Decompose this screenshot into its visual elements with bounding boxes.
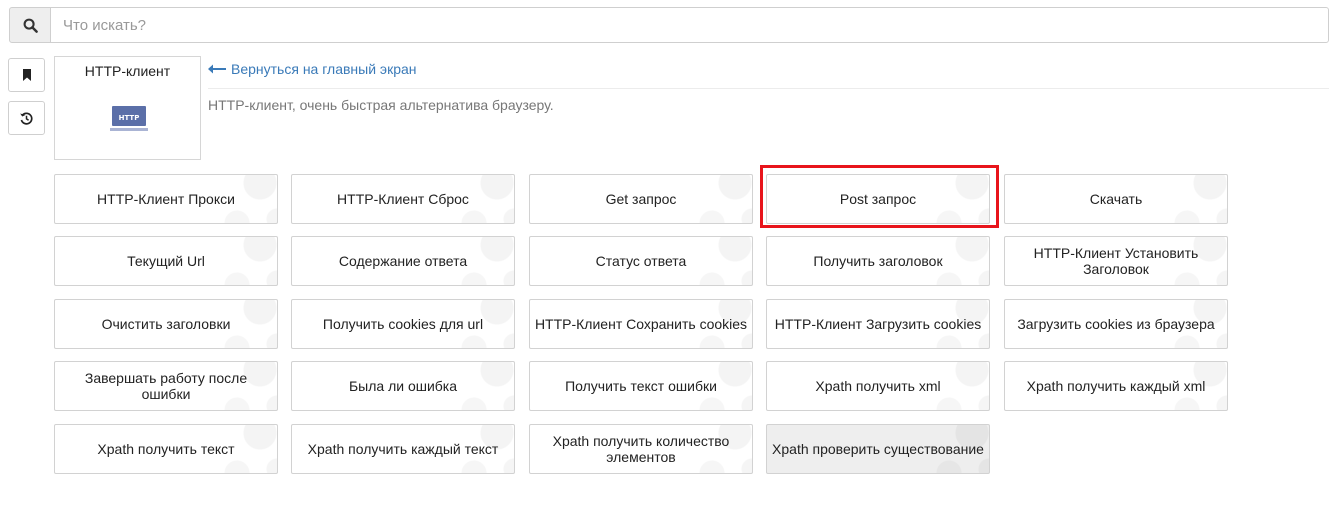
action-stop-on-error[interactable]: Завершать работу после ошибки (54, 361, 278, 411)
action-response-status[interactable]: Статус ответа (529, 236, 753, 286)
action-download[interactable]: Скачать (1004, 174, 1228, 224)
search-icon (23, 18, 38, 33)
action-post-request[interactable]: Post запрос (766, 174, 990, 224)
search-bar (9, 7, 1329, 43)
divider (208, 88, 1329, 89)
action-was-error[interactable]: Была ли ошибка (291, 361, 515, 411)
action-save-cookies[interactable]: HTTP-Клиент Сохранить cookies (529, 299, 753, 349)
action-xpath-count-elements[interactable]: Xpath получить количество элементов (529, 424, 753, 474)
action-get-request[interactable]: Get запрос (529, 174, 753, 224)
action-http-reset[interactable]: HTTP-Клиент Сброс (291, 174, 515, 224)
module-description: HTTP-клиент, очень быстрая альтернатива … (208, 97, 554, 113)
action-load-cookies[interactable]: HTTP-Клиент Загрузить cookies (766, 299, 990, 349)
action-clear-headers[interactable]: Очистить заголовки (54, 299, 278, 349)
history-icon (20, 112, 33, 125)
back-link-label: Вернуться на главный экран (231, 61, 417, 77)
action-get-cookies-for-url[interactable]: Получить cookies для url (291, 299, 515, 349)
action-xpath-get-each-xml[interactable]: Xpath получить каждый xml (1004, 361, 1228, 411)
action-set-header[interactable]: HTTP-Клиент Установить Заголовок (1004, 236, 1228, 286)
action-get-error-text[interactable]: Получить текст ошибки (529, 361, 753, 411)
action-get-header[interactable]: Получить заголовок (766, 236, 990, 286)
action-current-url[interactable]: Текущий Url (54, 236, 278, 286)
action-response-content[interactable]: Содержание ответа (291, 236, 515, 286)
action-load-cookies-from-browser[interactable]: Загрузить cookies из браузера (1004, 299, 1228, 349)
action-xpath-get-text[interactable]: Xpath получить текст (54, 424, 278, 474)
history-button[interactable] (8, 101, 45, 135)
module-title: HTTP-клиент (84, 63, 171, 79)
action-http-proxy[interactable]: HTTP-Клиент Прокси (54, 174, 278, 224)
http-icon: HTTP (110, 106, 148, 131)
http-icon-text: HTTP (119, 114, 140, 122)
search-button[interactable] (9, 7, 51, 43)
search-input[interactable] (50, 7, 1329, 43)
bookmark-icon (22, 69, 31, 81)
action-xpath-get-each-text[interactable]: Xpath получить каждый текст (291, 424, 515, 474)
action-xpath-get-xml[interactable]: Xpath получить xml (766, 361, 990, 411)
arrow-left-icon (208, 64, 226, 74)
module-card: HTTP-клиент HTTP (54, 56, 201, 160)
back-link[interactable]: Вернуться на главный экран (208, 61, 417, 77)
action-xpath-check-exists[interactable]: Xpath проверить существование (766, 424, 990, 474)
bookmark-button[interactable] (8, 58, 45, 92)
